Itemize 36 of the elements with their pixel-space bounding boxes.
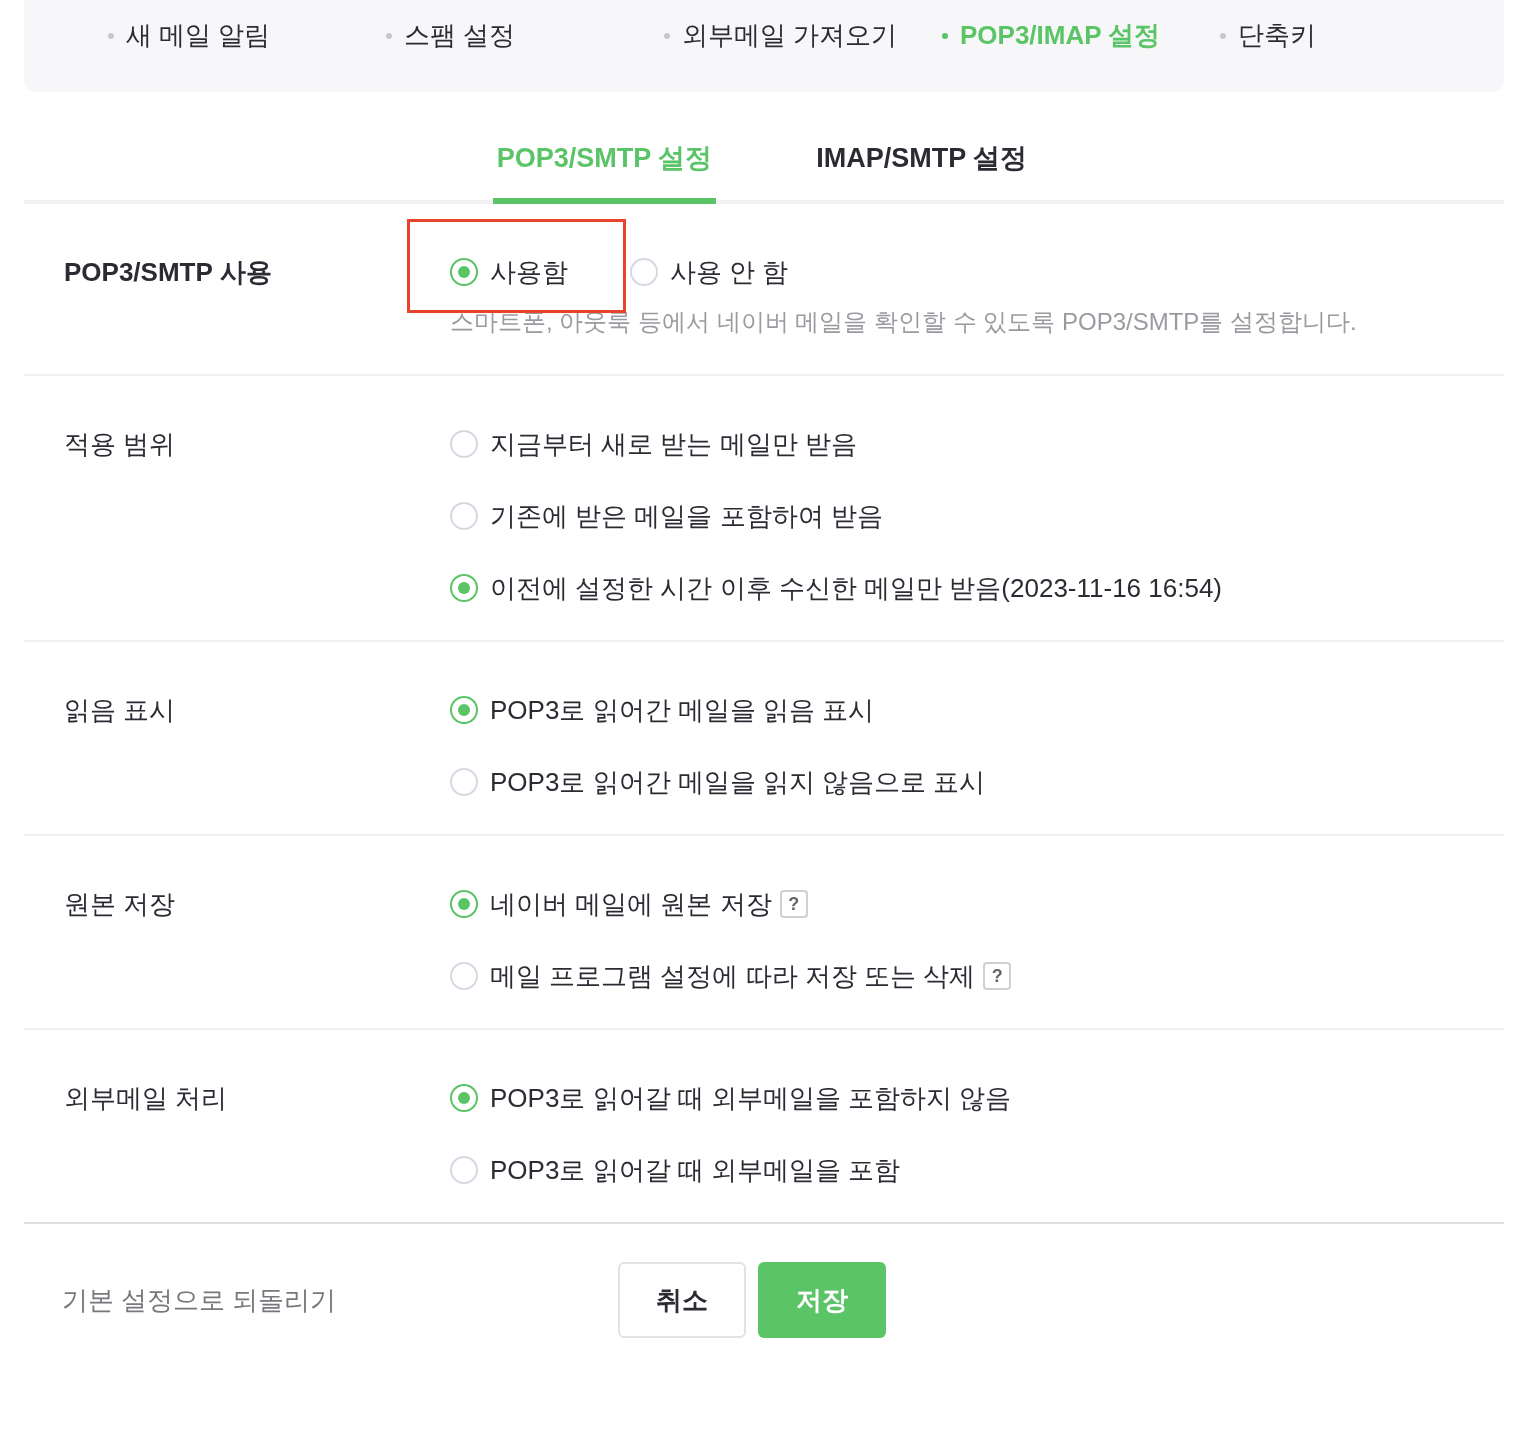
- option-label: 사용 안 함: [670, 255, 789, 289]
- radio-button[interactable]: [450, 768, 478, 796]
- top-tab[interactable]: 스팸 설정: [386, 16, 664, 55]
- setting-label: 적용 범위: [63, 427, 177, 461]
- setting-label: 읽음 표시: [63, 693, 177, 727]
- top-tab[interactable]: 새 메일 알림: [108, 16, 386, 55]
- option-label: 기존에 받은 메일을 포함하여 받음: [490, 499, 883, 533]
- cancel-button[interactable]: 취소: [618, 1262, 746, 1338]
- option-label: POP3로 읽어갈 때 외부메일을 포함: [490, 1153, 901, 1187]
- radio-button[interactable]: [450, 502, 478, 530]
- option-label: 사용함: [490, 255, 568, 289]
- setting-label: POP3/SMTP 사용: [63, 255, 273, 289]
- option-label: 메일 프로그램 설정에 따라 저장 또는 삭제: [490, 959, 976, 993]
- radio-button[interactable]: [450, 430, 478, 458]
- radio-button[interactable]: [450, 1156, 478, 1184]
- setting-label: 외부메일 처리: [63, 1081, 229, 1115]
- option-label: 네이버 메일에 원본 저장: [490, 887, 772, 921]
- option-label: 이전에 설정한 시간 이후 수신한 메일만 받음(2023-11-16 16:54): [490, 571, 1222, 605]
- help-badge[interactable]: ?: [779, 890, 808, 918]
- radio-button[interactable]: [450, 696, 478, 724]
- reset-link[interactable]: 기본 설정으로 되돌리기: [24, 1280, 618, 1320]
- top-tab[interactable]: 외부메일 가져오기: [664, 16, 942, 55]
- sub-tab[interactable]: IMAP/SMTP 설정: [812, 138, 1032, 204]
- option-label: POP3로 읽어간 메일을 읽음 표시: [490, 693, 875, 727]
- radio-button[interactable]: [450, 258, 478, 286]
- help-badge[interactable]: ?: [983, 962, 1012, 990]
- radio-button[interactable]: [450, 574, 478, 602]
- radio-button[interactable]: [630, 258, 658, 286]
- radio-button[interactable]: [450, 890, 478, 918]
- option-label: POP3로 읽어갈 때 외부메일을 포함하지 않음: [490, 1081, 1012, 1115]
- top-tab[interactable]: 단축키: [1220, 16, 1498, 55]
- radio-button[interactable]: [450, 1084, 478, 1112]
- setting-label: 원본 저장: [63, 887, 177, 921]
- radio-button[interactable]: [450, 962, 478, 990]
- option-label: 지금부터 새로 받는 메일만 받음: [490, 427, 857, 461]
- option-label: POP3로 읽어간 메일을 읽지 않음으로 표시: [490, 765, 986, 799]
